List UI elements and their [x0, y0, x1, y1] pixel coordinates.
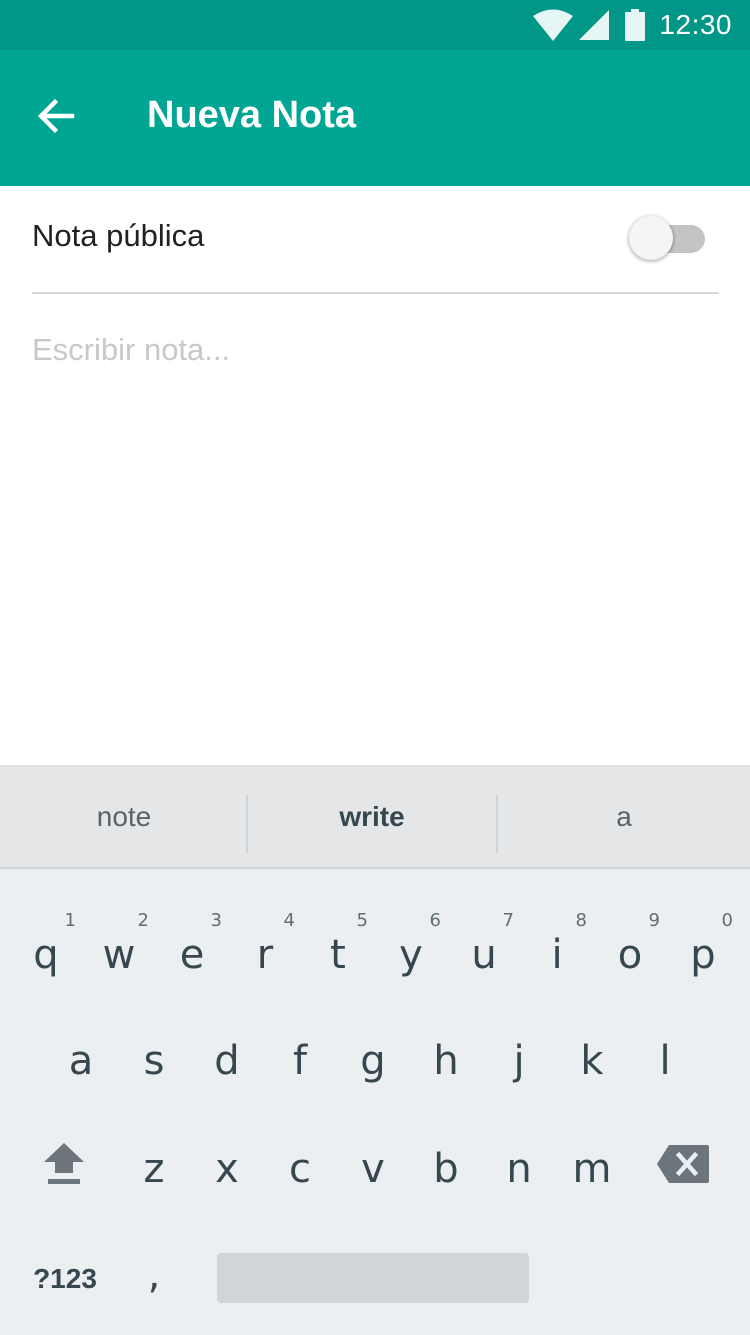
key-v[interactable]: v — [337, 1119, 409, 1219]
public-note-row: Nota pública — [32, 186, 719, 294]
suggestion-1[interactable]: note — [0, 767, 248, 867]
key-c[interactable]: c — [264, 1119, 336, 1219]
key-label: t — [330, 932, 346, 978]
key-l[interactable]: l — [629, 1011, 701, 1111]
app-bar: Nueva Nota — [0, 50, 750, 186]
key-hint: 4 — [283, 910, 295, 931]
key-hint: 7 — [502, 910, 514, 931]
key-hint: 6 — [429, 910, 441, 931]
key-p[interactable]: p0 — [667, 905, 739, 1005]
suggestion-3[interactable]: a — [500, 767, 748, 867]
switch-thumb — [629, 216, 673, 260]
key-hint: 2 — [137, 910, 149, 931]
key-m[interactable]: m — [556, 1119, 628, 1219]
suggestion-strip: note write a — [0, 767, 750, 869]
key-u[interactable]: u7 — [448, 905, 520, 1005]
key-hint: 3 — [210, 910, 222, 931]
key-hint: 0 — [721, 910, 733, 931]
key-label: i — [551, 932, 563, 978]
key-label: w — [102, 932, 136, 978]
key-y[interactable]: y6 — [375, 905, 447, 1005]
status-icons: 12:30 — [533, 0, 732, 50]
key-label: o — [617, 932, 643, 978]
comma-key[interactable]: , — [118, 1225, 190, 1325]
public-note-switch[interactable] — [629, 216, 709, 262]
key-o[interactable]: o9 — [594, 905, 666, 1005]
key-label: y — [399, 932, 423, 978]
key-n[interactable]: n — [483, 1119, 555, 1219]
keyboard: note write a q1 w2 e3 r4 t5 y6 u7 i8 o9 … — [0, 765, 750, 1335]
key-h[interactable]: h — [410, 1011, 482, 1111]
backspace-icon — [657, 1145, 709, 1193]
key-k[interactable]: k — [556, 1011, 628, 1111]
key-e[interactable]: e3 — [156, 905, 228, 1005]
key-label: u — [471, 932, 497, 978]
key-i[interactable]: i8 — [521, 905, 593, 1005]
key-hint: 5 — [356, 910, 368, 931]
key-hint: 9 — [648, 910, 660, 931]
key-w[interactable]: w2 — [83, 905, 155, 1005]
key-g[interactable]: g — [337, 1011, 409, 1111]
key-a[interactable]: a — [45, 1011, 117, 1111]
signal-icon — [579, 10, 610, 40]
note-input[interactable] — [32, 325, 719, 745]
battery-icon — [625, 9, 646, 41]
shift-icon — [44, 1143, 84, 1195]
key-f[interactable]: f — [264, 1011, 336, 1111]
key-z[interactable]: z — [118, 1119, 190, 1219]
back-button[interactable] — [24, 86, 88, 150]
key-t[interactable]: t5 — [302, 905, 374, 1005]
key-hint: 8 — [575, 910, 587, 931]
wifi-icon — [533, 9, 574, 41]
arrow-left-icon — [36, 96, 76, 141]
page-title: Nueva Nota — [147, 94, 357, 136]
key-b[interactable]: b — [410, 1119, 482, 1219]
key-s[interactable]: s — [118, 1011, 190, 1111]
key-label: q — [33, 932, 59, 978]
public-note-label: Nota pública — [32, 218, 205, 253]
status-bar: 12:30 — [0, 0, 750, 50]
backspace-key[interactable] — [647, 1119, 719, 1219]
key-label: r — [256, 932, 274, 978]
key-q[interactable]: q1 — [10, 905, 82, 1005]
symbols-key[interactable]: ?123 — [22, 1229, 108, 1329]
suggestion-2[interactable]: write — [248, 767, 496, 867]
status-time: 12:30 — [659, 9, 732, 40]
shift-key[interactable] — [28, 1119, 100, 1219]
suggestion-divider — [496, 795, 498, 853]
key-hint: 1 — [64, 910, 76, 931]
key-label: e — [179, 932, 205, 978]
key-j[interactable]: j — [483, 1011, 555, 1111]
key-r[interactable]: r4 — [229, 905, 301, 1005]
space-key[interactable] — [217, 1253, 529, 1303]
key-d[interactable]: d — [191, 1011, 263, 1111]
key-x[interactable]: x — [191, 1119, 263, 1219]
key-label: p — [690, 932, 716, 978]
